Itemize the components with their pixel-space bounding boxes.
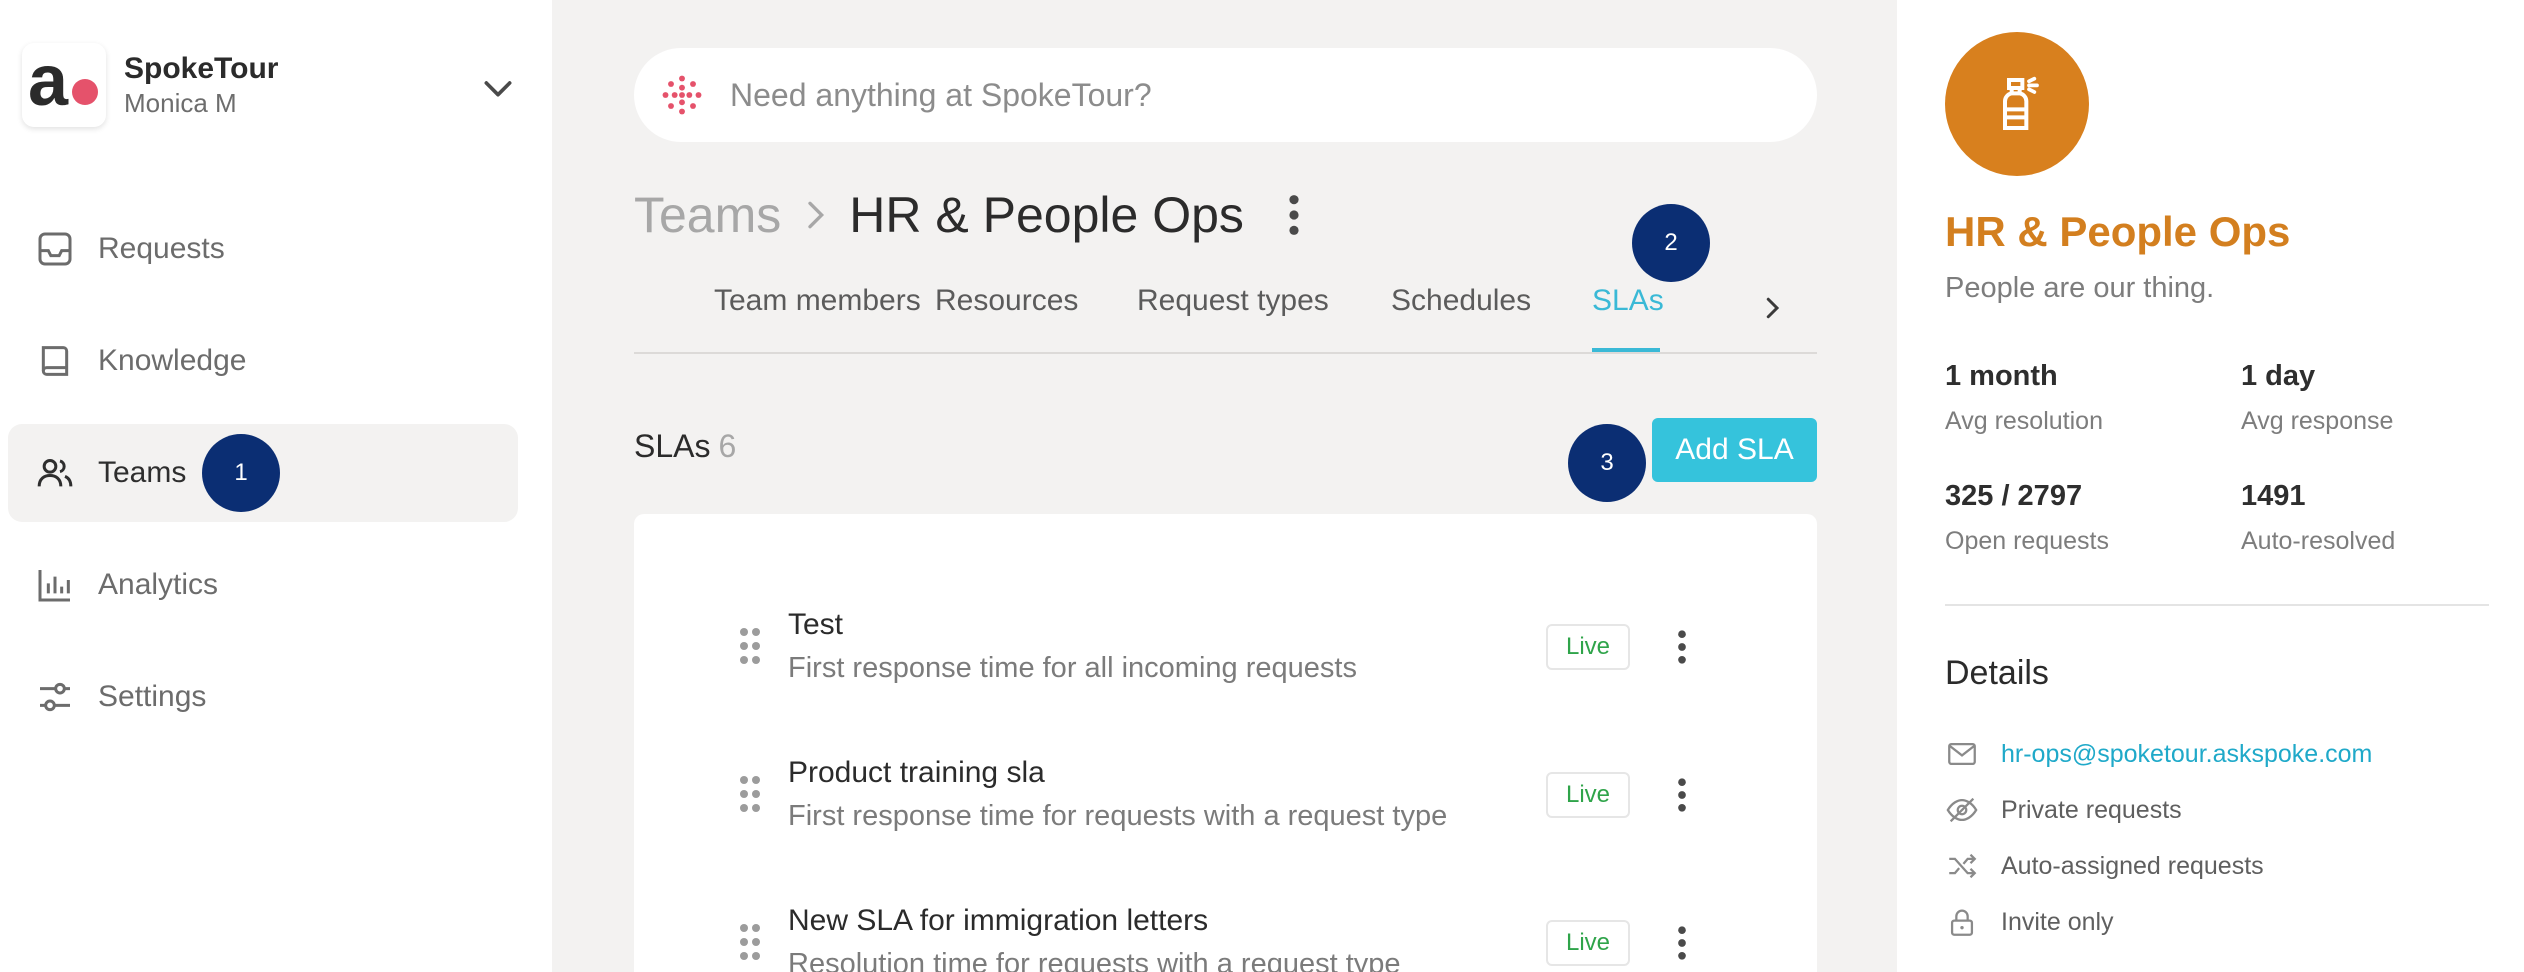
drag-handle-icon[interactable] <box>738 774 762 814</box>
divider <box>1945 604 2489 606</box>
sidebar-item-requests[interactable]: Requests <box>8 200 518 298</box>
spoke-dots-icon <box>662 75 702 115</box>
breadcrumb-teams-link[interactable]: Teams <box>634 186 781 244</box>
sidebar-item-label: Teams <box>98 456 187 489</box>
tab-bar: Team members Resources Request types Sch… <box>634 270 1817 354</box>
mail-icon <box>1948 742 1976 766</box>
more-vertical-icon[interactable] <box>1674 626 1690 668</box>
logo-letter: a <box>28 41 69 121</box>
sla-title: Test <box>788 608 844 641</box>
chevron-right-icon <box>808 201 825 229</box>
more-vertical-icon[interactable] <box>1674 922 1690 964</box>
search-input[interactable]: Need anything at SpokeTour? <box>730 77 1152 114</box>
team-avatar <box>1945 32 2089 176</box>
team-name: HR & People Ops <box>1945 208 2291 255</box>
logo-dot <box>72 79 98 105</box>
more-vertical-icon[interactable] <box>1674 774 1690 816</box>
stat-value: 1 month <box>1945 360 2058 392</box>
lock-icon <box>1950 909 1974 936</box>
stat-auto-resolved: 1491 Auto-resolved <box>2241 480 2395 556</box>
tab-resources[interactable]: Resources <box>935 284 1078 318</box>
sidebar-item-label: Analytics <box>98 568 219 601</box>
list-item[interactable]: New SLA for immigration letters Resoluti… <box>634 890 1817 972</box>
slas-count: 6 <box>718 428 737 464</box>
slas-heading-label: SLAs <box>634 428 711 464</box>
tab-request-types[interactable]: Request types <box>1137 284 1329 318</box>
team-email-link[interactable]: hr-ops@spoketour.askspoke.com <box>2001 740 2372 769</box>
stat-label: Avg response <box>2241 407 2394 435</box>
stat-label: Open requests <box>1945 527 2109 555</box>
stat-open-requests: 325 / 2797 Open requests <box>1945 480 2109 556</box>
detail-text: Invite only <box>2001 907 2114 936</box>
slas-heading: SLAs 6 <box>634 428 736 465</box>
org-logo: a <box>22 41 106 127</box>
sidebar-item-label: Settings <box>98 680 207 713</box>
sliders-icon <box>34 676 76 718</box>
org-user: Monica M <box>124 88 237 118</box>
sla-description: Resolution time for requests with a requ… <box>788 948 1401 972</box>
detail-auto-assigned: Auto-assigned requests <box>1945 846 2264 886</box>
team-description: People are our thing. <box>1945 272 2215 304</box>
sla-title: New SLA for immigration letters <box>788 904 1209 937</box>
sla-title: Product training sla <box>788 756 1045 789</box>
inbox-icon <box>34 228 76 270</box>
sidebar-item-knowledge[interactable]: Knowledge <box>8 312 518 410</box>
detail-text: Private requests <box>2001 795 2182 824</box>
tab-team-members[interactable]: Team members <box>714 284 921 318</box>
list-item[interactable]: Test First response time for all incomin… <box>634 594 1817 704</box>
detail-private: Private requests <box>1945 790 2182 830</box>
drag-handle-icon[interactable] <box>738 626 762 666</box>
sidebar: a SpokeTour Monica M Requests Knowledge <box>0 0 550 972</box>
stat-value: 1491 <box>2241 480 2306 512</box>
stat-label: Auto-resolved <box>2241 527 2396 555</box>
status-badge: Live <box>1546 772 1630 818</box>
org-switcher[interactable]: a SpokeTour Monica M <box>22 40 522 130</box>
book-icon <box>34 340 76 382</box>
sla-description: First response time for all incoming req… <box>788 652 1357 684</box>
active-tab-indicator <box>1592 348 1660 352</box>
sidebar-item-label: Requests <box>98 232 225 265</box>
status-badge: Live <box>1546 624 1630 670</box>
tab-schedules[interactable]: Schedules <box>1391 284 1531 318</box>
stat-avg-resolution: 1 month Avg resolution <box>1945 360 2103 436</box>
search-bar[interactable]: Need anything at SpokeTour? <box>634 48 1817 142</box>
stat-value: 1 day <box>2241 360 2316 392</box>
step-badge-3: 3 <box>1568 424 1646 502</box>
more-vertical-icon[interactable] <box>1284 192 1304 238</box>
chevron-right-icon[interactable] <box>1757 288 1787 328</box>
details-heading: Details <box>1945 654 2049 692</box>
list-item[interactable]: Product training sla First response time… <box>634 742 1817 852</box>
stat-label: Avg resolution <box>1945 407 2103 435</box>
breadcrumb: Teams HR & People Ops <box>634 180 1304 250</box>
stat-value: 325 / 2797 <box>1945 480 2083 512</box>
status-badge: Live <box>1546 920 1630 966</box>
step-badge-1: 1 <box>202 434 280 512</box>
eye-off-icon <box>1946 797 1978 823</box>
tab-slas[interactable]: SLAs <box>1592 284 1664 318</box>
bar-chart-icon <box>34 564 76 606</box>
people-icon <box>34 452 76 494</box>
page-title: HR & People Ops <box>849 187 1244 243</box>
detail-invite-only: Invite only <box>1945 902 2114 942</box>
add-sla-button[interactable]: Add SLA <box>1652 418 1817 482</box>
sidebar-item-settings[interactable]: Settings <box>8 648 518 746</box>
sidebar-item-teams[interactable]: Teams 1 <box>8 424 518 522</box>
team-details-panel: HR & People Ops People are our thing. 1 … <box>1897 0 2524 972</box>
stat-avg-response: 1 day Avg response <box>2241 360 2393 436</box>
main-content: Need anything at SpokeTour? Teams HR & P… <box>552 0 1897 972</box>
detail-text: Auto-assigned requests <box>2001 851 2264 880</box>
detail-email: hr-ops@spoketour.askspoke.com <box>1945 734 2372 774</box>
shuffle-icon <box>1949 853 1977 879</box>
chevron-down-icon[interactable] <box>478 68 518 108</box>
sla-list: Test First response time for all incomin… <box>634 514 1817 972</box>
spray-bottle-icon <box>2003 76 2039 130</box>
drag-handle-icon[interactable] <box>738 922 762 962</box>
sla-description: First response time for requests with a … <box>788 800 1448 832</box>
org-name: SpokeTour <box>124 52 279 85</box>
sidebar-nav: Requests Knowledge Teams 1 Analytics Set… <box>8 200 518 760</box>
sidebar-item-label: Knowledge <box>98 344 247 377</box>
sidebar-item-analytics[interactable]: Analytics <box>8 536 518 634</box>
